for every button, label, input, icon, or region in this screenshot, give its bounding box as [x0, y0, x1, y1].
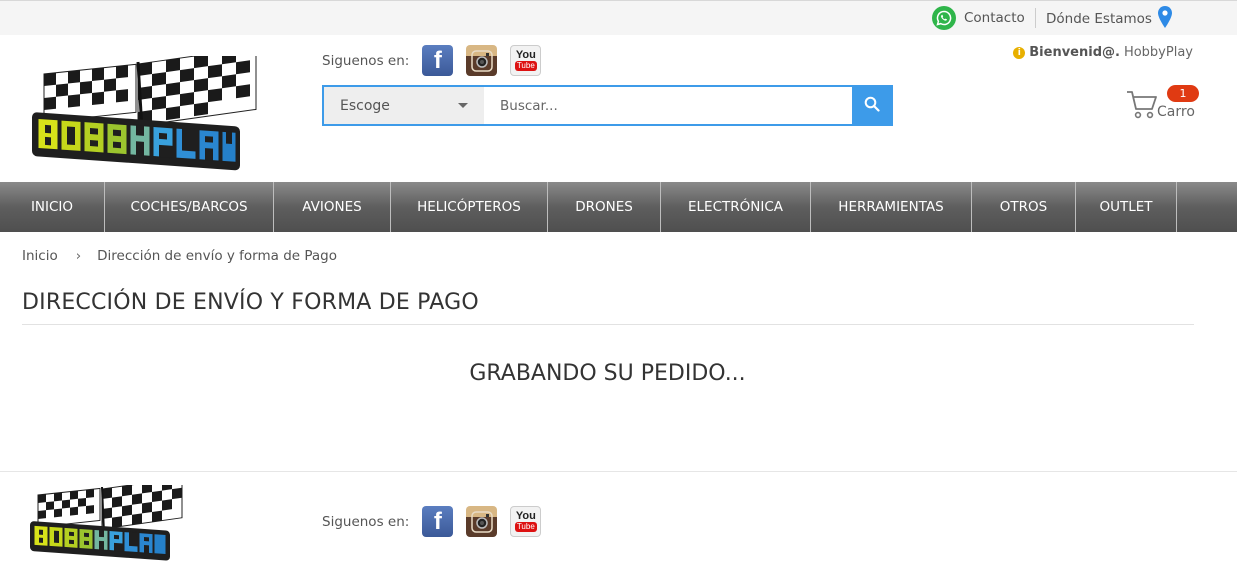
social-label: Siguenos en: — [322, 52, 410, 69]
facebook-icon[interactable]: f — [422, 45, 454, 76]
title-divider — [22, 324, 1194, 325]
info-icon: i — [1013, 46, 1026, 59]
contact-label: Contacto — [964, 10, 1025, 26]
footer-social: Siguenos en: f You Tube — [322, 506, 542, 537]
whatsapp-icon — [932, 6, 956, 30]
header-social: Siguenos en: f You Tube — [322, 45, 542, 76]
nav-item-outlet[interactable]: OUTLET — [1076, 182, 1177, 232]
chevron-down-icon — [458, 103, 468, 108]
nav-item-drones[interactable]: DRONES — [548, 182, 661, 232]
donde-estamos-link[interactable]: Dónde Estamos — [1046, 6, 1172, 32]
search-icon — [864, 96, 880, 116]
top-bar: Contacto Dónde Estamos — [0, 0, 1237, 35]
search-button[interactable] — [852, 87, 891, 124]
instagram-icon[interactable] — [466, 45, 498, 76]
footer-logo[interactable] — [28, 477, 184, 561]
welcome-user[interactable]: HobbyPlay — [1124, 45, 1193, 60]
hobbyplay-logo[interactable] — [28, 46, 260, 172]
search-bar: Escoge — [322, 85, 893, 126]
youtube-icon[interactable]: You Tube — [510, 506, 542, 537]
breadcrumb-home[interactable]: Inicio — [22, 248, 58, 264]
nav-item-electronica[interactable]: ELECTRÓNICA — [661, 182, 811, 232]
instagram-icon[interactable] — [466, 506, 498, 537]
cart-label: Carro — [1157, 104, 1195, 120]
nav-item-otros[interactable]: OTROS — [972, 182, 1076, 232]
welcome-label: Bienvenid@. — [1029, 45, 1120, 60]
category-select-value: Escoge — [340, 97, 390, 114]
main-nav: INICIO COCHES/BARCOS AVIONES HELICÓPTERO… — [0, 182, 1237, 232]
cart-count-badge: 1 — [1167, 85, 1199, 102]
breadcrumb: Inicio › Dirección de envío y forma de P… — [22, 248, 337, 264]
search-input[interactable] — [484, 87, 852, 124]
nav-item-aviones[interactable]: AVIONES — [274, 182, 391, 232]
nav-item-inicio[interactable]: INICIO — [0, 182, 105, 232]
nav-item-coches-barcos[interactable]: COCHES/BARCOS — [105, 182, 274, 232]
welcome-message: i Bienvenid@. HobbyPlay — [1013, 45, 1193, 60]
nav-item-helicopteros[interactable]: HELICÓPTEROS — [391, 182, 548, 232]
donde-label: Dónde Estamos — [1046, 11, 1152, 27]
facebook-icon[interactable]: f — [422, 506, 454, 537]
cart-icon — [1126, 90, 1158, 124]
youtube-icon[interactable]: You Tube — [510, 45, 542, 76]
footer-social-label: Siguenos en: — [322, 513, 410, 530]
contact-link[interactable]: Contacto — [932, 6, 1025, 30]
category-select[interactable]: Escoge — [324, 87, 484, 124]
nav-item-herramientas[interactable]: HERRAMIENTAS — [811, 182, 972, 232]
cart-button[interactable]: Carro 1 — [1126, 85, 1199, 124]
footer-divider — [0, 471, 1237, 472]
topbar-divider — [1035, 8, 1036, 28]
status-message: GRABANDO SU PEDIDO... — [469, 361, 746, 386]
chevron-right-icon: › — [75, 248, 82, 264]
map-pin-icon — [1157, 6, 1172, 32]
breadcrumb-current: Dirección de envío y forma de Pago — [97, 248, 337, 264]
page-title: DIRECCIÓN DE ENVÍO Y FORMA DE PAGO — [22, 290, 479, 315]
